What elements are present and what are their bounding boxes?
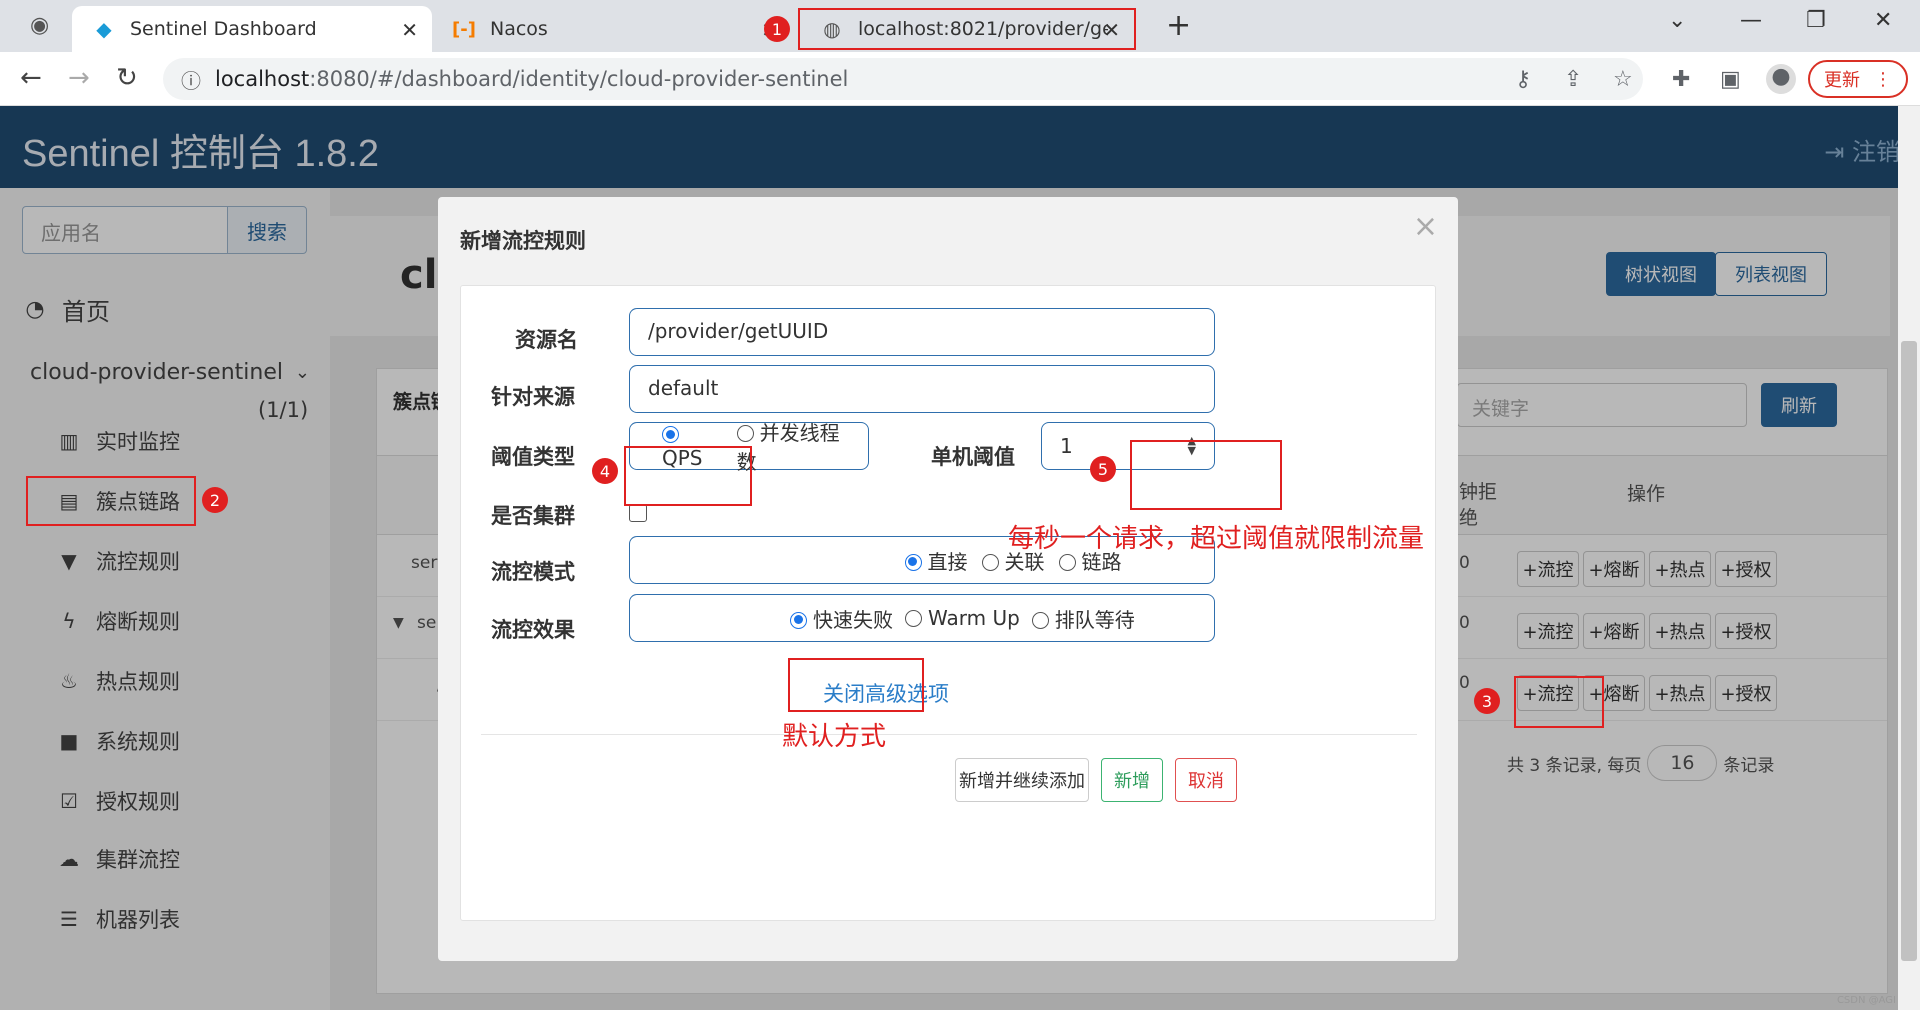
more-menu-icon: ⋮ — [1874, 68, 1892, 90]
new-tab-icon[interactable]: + — [1166, 8, 1191, 43]
update-label: 更新 — [1824, 70, 1860, 91]
origin-label: 针对来源 — [491, 385, 575, 409]
effect-fast-fail-option[interactable]: 快速失败 — [790, 604, 893, 633]
bookmark-star-icon[interactable]: ☆ — [1613, 67, 1633, 92]
annotation-badge-2: 2 — [202, 487, 228, 513]
dialog-title: 新增流控规则 — [460, 229, 586, 253]
effect-warm-up-option[interactable]: Warm Up — [905, 606, 1020, 630]
warm-up-label: Warm Up — [928, 606, 1020, 630]
tab-nacos[interactable]: [-] Nacos ✕ — [432, 6, 792, 52]
minimize-icon[interactable]: — — [1740, 8, 1762, 33]
tab-sentinel-dashboard[interactable]: ◆ Sentinel Dashboard ✕ — [72, 6, 432, 52]
tab-title: Nacos — [490, 18, 548, 40]
site-info-icon[interactable]: ⓘ — [181, 65, 201, 94]
mode-relate-radio[interactable] — [981, 553, 999, 571]
annotation-box-flow-btn — [1514, 676, 1604, 728]
resource-label: 资源名 — [515, 328, 578, 352]
origin-input[interactable]: default — [629, 365, 1215, 413]
address-bar-row: ← → ↻ ⓘ localhost :8080/#/dashboard/iden… — [0, 52, 1920, 106]
warm-up-radio[interactable] — [905, 610, 922, 627]
profile-avatar-icon[interactable]: ● — [1766, 64, 1796, 94]
tab-title: Sentinel Dashboard — [130, 18, 317, 40]
resource-name-input[interactable]: /provider/getUUID — [629, 308, 1215, 356]
url-field[interactable]: ⓘ localhost :8080/#/dashboard/identity/c… — [163, 58, 1643, 100]
annotation-badge-4: 4 — [592, 458, 618, 484]
effect-label: 流控效果 — [491, 618, 575, 642]
add-and-continue-button[interactable]: 新增并继续添加 — [955, 758, 1089, 802]
mode-direct-label: 直接 — [927, 549, 968, 574]
tab-search-icon[interactable]: ◉ — [30, 13, 49, 38]
annotation-note-default: 默认方式 — [782, 722, 887, 752]
tab-search-chevron-icon[interactable]: ⌄ — [1668, 8, 1686, 33]
add-flow-rule-dialog: 新增流控规则 × 资源名 /provider/getUUID 针对来源 defa… — [438, 197, 1458, 961]
mode-direct-radio[interactable] — [904, 553, 922, 571]
mode-direct-option[interactable]: 直接 — [904, 546, 968, 575]
annotation-box-threshold — [1130, 440, 1282, 510]
annotation-badge-3: 3 — [1474, 688, 1500, 714]
annotation-box-sidebar — [26, 476, 196, 526]
extensions-icon[interactable]: ✚ — [1672, 67, 1690, 92]
effect-group: 快速失败 Warm Up 排队等待 — [629, 594, 1215, 642]
threshold-label: 单机阈值 — [931, 445, 1015, 469]
reload-icon[interactable]: ↻ — [116, 63, 138, 93]
close-tab-icon[interactable]: ✕ — [401, 18, 418, 42]
page-scrollbar[interactable] — [1898, 106, 1920, 1010]
annotation-box-tab — [798, 8, 1136, 50]
mode-chain-radio[interactable] — [1058, 553, 1076, 571]
queue-label: 排队等待 — [1054, 607, 1135, 632]
qps-radio[interactable] — [662, 426, 679, 443]
fast-fail-label: 快速失败 — [813, 607, 893, 632]
threshold-type-label: 阈值类型 — [491, 445, 575, 469]
sentinel-favicon-icon: ◆ — [96, 17, 112, 41]
key-icon[interactable]: ⚷ — [1515, 67, 1531, 92]
annotation-note-threshold: 每秒一个请求，超过阈值就限制流量 — [1008, 524, 1425, 554]
url-path: :8080/#/dashboard/identity/cloud-provide… — [309, 67, 849, 91]
url-host: localhost — [215, 67, 310, 91]
thread-option[interactable]: 并发线程数 — [736, 417, 854, 475]
dialog-form: 资源名 /provider/getUUID 针对来源 default 阈值类型 … — [460, 285, 1436, 921]
threshold-value: 1 — [1060, 434, 1073, 458]
cluster-checkbox[interactable] — [629, 504, 647, 522]
annotation-box-fast-fail — [788, 658, 924, 712]
cluster-label: 是否集群 — [491, 504, 575, 528]
cancel-button[interactable]: 取消 — [1175, 758, 1237, 802]
nacos-favicon-icon: [-] — [452, 18, 476, 40]
annotation-box-qps — [624, 446, 752, 506]
scrollbar-thumb[interactable] — [1901, 341, 1917, 961]
watermark: CSDN @AGI — [1836, 995, 1896, 1006]
annotation-badge-1: 1 — [764, 16, 790, 42]
mode-label: 流控模式 — [491, 560, 575, 584]
thread-radio[interactable] — [736, 425, 754, 442]
forward-icon[interactable]: → — [68, 63, 90, 93]
restore-icon[interactable]: ❐ — [1806, 8, 1826, 33]
queue-radio[interactable] — [1031, 611, 1049, 629]
form-divider — [481, 734, 1417, 735]
fast-fail-radio[interactable] — [790, 611, 807, 629]
close-icon[interactable]: × — [1413, 209, 1438, 244]
side-panel-icon[interactable]: ▣ — [1720, 67, 1741, 92]
share-icon[interactable]: ⇪ — [1564, 67, 1582, 92]
annotation-badge-5: 5 — [1090, 456, 1116, 482]
add-button[interactable]: 新增 — [1101, 758, 1163, 802]
effect-queue-option[interactable]: 排队等待 — [1031, 604, 1135, 633]
back-icon[interactable]: ← — [20, 63, 42, 93]
update-button[interactable]: 更新 ⋮ — [1808, 60, 1908, 98]
close-window-icon[interactable]: ✕ — [1874, 8, 1892, 33]
